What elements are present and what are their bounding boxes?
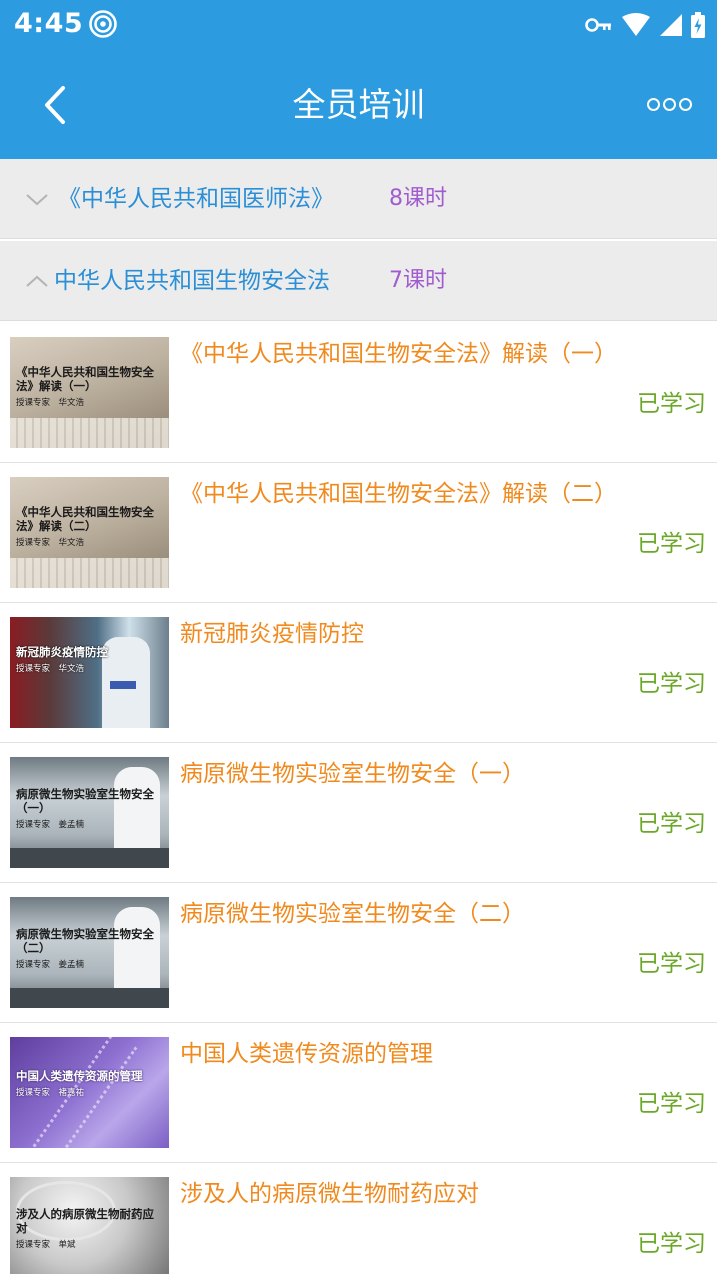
course-status: 已学习 <box>637 1091 706 1117</box>
course-item[interactable]: 病原微生物实验室生物安全（二） 授课专家 姜孟楠 病原微生物实验室生物安全（二）… <box>0 883 717 1023</box>
section-header-biosecurity-law[interactable]: 中华人民共和国生物安全法 7课时 <box>0 241 717 321</box>
course-item[interactable]: 涉及人的病原微生物耐药应对 授课专家 单斌 涉及人的病原微生物耐药应对 已学习 <box>0 1163 717 1274</box>
thumbnail-lecturer: 授课专家 单斌 <box>16 1240 76 1250</box>
chevron-up-icon <box>26 275 48 287</box>
section-hours: 8课时 <box>389 186 447 211</box>
wifi-icon <box>622 13 650 36</box>
thumbnail-lecturer: 授课专家 姜孟楠 <box>16 820 85 830</box>
course-thumbnail: 病原微生物实验室生物安全（一） 授课专家 姜孟楠 <box>10 757 169 868</box>
more-dots-icon <box>646 97 660 111</box>
thumbnail-lecturer: 授课专家 褚嘉祐 <box>16 1088 85 1098</box>
thumbnail-title: 《中华人民共和国生物安全法》解读（一） <box>16 365 154 393</box>
app-bar: 全员培训 <box>0 50 717 159</box>
thumbnail-lecturer: 授课专家 华文浩 <box>16 398 85 408</box>
battery-charging-icon <box>691 12 705 38</box>
course-status: 已学习 <box>637 811 706 837</box>
course-thumbnail: 《中华人民共和国生物安全法》解读（一） 授课专家 华文浩 <box>10 337 169 448</box>
course-thumbnail: 中国人类遗传资源的管理 授课专家 褚嘉祐 <box>10 1037 169 1148</box>
thumbnail-lecturer: 授课专家 姜孟楠 <box>16 960 85 970</box>
signal-icon <box>660 14 682 36</box>
page-title: 全员培训 <box>292 85 425 124</box>
course-thumbnail: 病原微生物实验室生物安全（二） 授课专家 姜孟楠 <box>10 897 169 1008</box>
course-item[interactable]: 《中华人民共和国生物安全法》解读（二） 授课专家 华文浩 《中华人民共和国生物安… <box>0 463 717 603</box>
course-item[interactable]: 《中华人民共和国生物安全法》解读（一） 授课专家 华文浩 《中华人民共和国生物安… <box>0 323 717 463</box>
section-title: 中华人民共和国生物安全法 <box>54 268 330 294</box>
course-thumbnail: 《中华人民共和国生物安全法》解读（二） 授课专家 华文浩 <box>10 477 169 588</box>
thumbnail-title: 病原微生物实验室生物安全（一） <box>16 787 154 815</box>
thumbnail-title: 新冠肺炎疫情防控 <box>16 645 108 659</box>
course-title: 涉及人的病原微生物耐药应对 <box>180 1181 479 1207</box>
status-bar: 4:45 <box>0 0 717 50</box>
course-title: 新冠肺炎疫情防控 <box>180 621 364 647</box>
status-time: 4:45 <box>14 8 84 39</box>
chevron-down-icon <box>26 194 48 206</box>
section-title: 《中华人民共和国医师法》 <box>58 186 334 212</box>
status-icons <box>585 10 705 40</box>
thumbnail-title: 《中华人民共和国生物安全法》解读（二） <box>16 505 154 533</box>
thumbnail-title: 涉及人的病原微生物耐药应对 <box>16 1207 154 1235</box>
course-item[interactable]: 新冠肺炎疫情防控 授课专家 华文浩 新冠肺炎疫情防控 已学习 <box>0 603 717 743</box>
course-thumbnail: 新冠肺炎疫情防控 授课专家 华文浩 <box>10 617 169 728</box>
course-item[interactable]: 中国人类遗传资源的管理 授课专家 褚嘉祐 中国人类遗传资源的管理 已学习 <box>0 1023 717 1163</box>
course-title: 病原微生物实验室生物安全（二） <box>180 901 525 927</box>
section-header-physician-law[interactable]: 《中华人民共和国医师法》 8课时 <box>0 159 717 239</box>
course-status: 已学习 <box>637 671 706 697</box>
course-title: 病原微生物实验室生物安全（一） <box>180 761 525 787</box>
course-title: 《中华人民共和国生物安全法》解读（一） <box>180 341 617 367</box>
course-status: 已学习 <box>637 951 706 977</box>
hotspot-icon <box>89 10 117 38</box>
vpn-key-icon <box>585 18 611 32</box>
thumbnail-title: 中国人类遗传资源的管理 <box>16 1069 143 1083</box>
course-status: 已学习 <box>637 391 706 417</box>
course-thumbnail: 涉及人的病原微生物耐药应对 授课专家 单斌 <box>10 1177 169 1274</box>
thumbnail-lecturer: 授课专家 华文浩 <box>16 538 85 548</box>
course-title: 《中华人民共和国生物安全法》解读（二） <box>180 481 617 507</box>
course-status: 已学习 <box>637 531 706 557</box>
course-status: 已学习 <box>637 1231 706 1257</box>
thumbnail-lecturer: 授课专家 华文浩 <box>16 664 85 674</box>
more-button[interactable] <box>643 82 695 126</box>
course-title: 中国人类遗传资源的管理 <box>180 1041 433 1067</box>
course-item[interactable]: 病原微生物实验室生物安全（一） 授课专家 姜孟楠 病原微生物实验室生物安全（一）… <box>0 743 717 883</box>
course-list: 《中华人民共和国生物安全法》解读（一） 授课专家 华文浩 《中华人民共和国生物安… <box>0 323 717 1274</box>
section-hours: 7课时 <box>389 268 447 293</box>
thumbnail-title: 病原微生物实验室生物安全（二） <box>16 927 154 955</box>
